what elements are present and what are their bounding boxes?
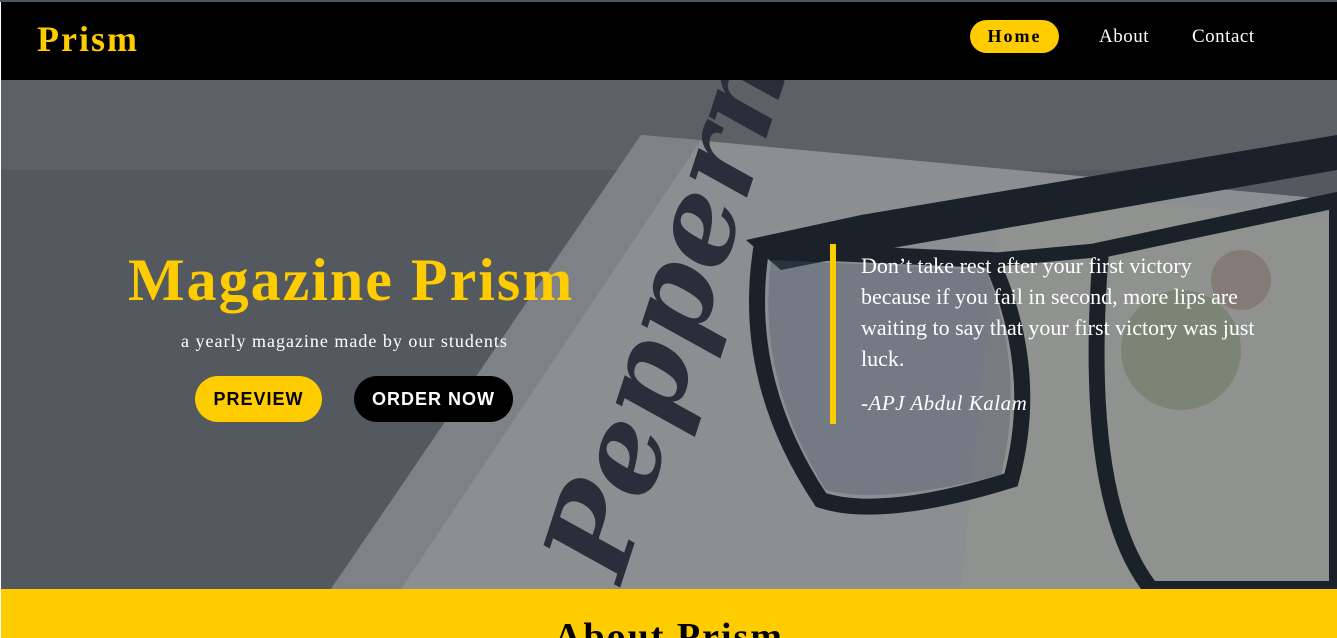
quote-text: Don’t take rest after your first victory… — [861, 253, 1255, 371]
about-heading: About Prism — [554, 616, 784, 638]
about-section: About Prism — [1, 589, 1337, 638]
hero-subtitle: a yearly magazine made by our students — [181, 331, 508, 351]
nav-link-about[interactable]: About — [1099, 26, 1149, 48]
navbar: Prism Home About Contact — [1, 2, 1337, 80]
quote-author: -APJ Abdul Kalam — [861, 391, 1028, 415]
nav-link-contact[interactable]: Contact — [1192, 26, 1255, 48]
hero-section: Peppermint Magazine Prism a yearly magaz… — [1, 80, 1337, 589]
hero-title: Magazine Prism — [128, 247, 575, 313]
brand-logo[interactable]: Prism — [37, 18, 139, 60]
quote-accent-bar — [830, 244, 836, 424]
order-now-button[interactable]: ORDER NOW — [354, 376, 513, 422]
nav-link-home[interactable]: Home — [970, 20, 1059, 53]
preview-button[interactable]: PREVIEW — [195, 376, 322, 422]
